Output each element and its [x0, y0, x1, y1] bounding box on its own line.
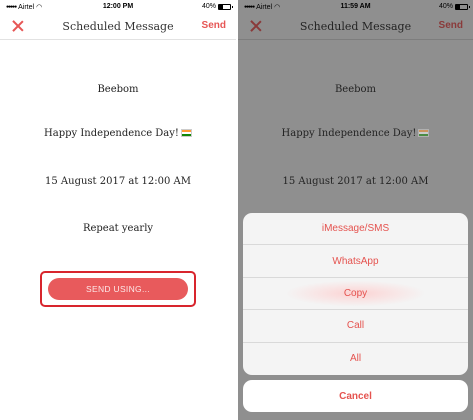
schedule-datetime: 15 August 2017 at 12:00 AM	[282, 176, 429, 187]
sheet-item-call[interactable]: Call	[243, 310, 468, 343]
schedule-datetime: 15 August 2017 at 12:00 AM	[45, 176, 191, 187]
battery-info: 40%	[438, 3, 470, 10]
recipient-name: Beebom	[334, 84, 377, 95]
status-bar: ●●●●● Airtel ◠ 12:00 PM 40%	[0, 0, 236, 14]
send-button[interactable]: Send	[439, 20, 463, 31]
send-button[interactable]: Send	[202, 20, 226, 31]
message-text: Happy Independence Day!	[238, 128, 473, 139]
repeat-setting: Repeat yearly	[82, 223, 154, 234]
battery-icon	[455, 3, 470, 10]
action-sheet: iMessage/SMS WhatsApp Copy Call All	[243, 213, 468, 375]
message-text-label: Happy Independence Day!	[44, 128, 179, 139]
status-time: 12:00 PM	[102, 3, 134, 10]
recipient-name: Beebom	[97, 84, 139, 95]
send-using-highlight: SEND USING...	[40, 271, 196, 307]
battery-percent: 40%	[438, 3, 453, 10]
nav-bar: Scheduled Message Send	[0, 14, 236, 40]
scheduled-message-screen-with-sheet: ●●●●● Airtel ◠ 11:59 AM 40% Scheduled Me…	[238, 0, 473, 420]
cancel-button[interactable]: Cancel	[243, 380, 468, 412]
message-text-label: Happy Independence Day!	[281, 128, 417, 139]
sheet-item-all[interactable]: All	[243, 343, 468, 375]
battery-info: 40%	[201, 3, 233, 10]
send-using-button[interactable]: SEND USING...	[48, 278, 188, 300]
battery-icon	[218, 3, 233, 10]
scheduled-message-screen: ●●●●● Airtel ◠ 12:00 PM 40% Scheduled Me…	[0, 0, 236, 420]
sheet-item-whatsapp[interactable]: WhatsApp	[243, 245, 468, 278]
nav-bar: Scheduled Message Send	[238, 14, 473, 40]
message-text: Happy Independence Day!	[0, 128, 236, 139]
sheet-item-imessage-sms[interactable]: iMessage/SMS	[243, 213, 468, 246]
indian-flag-icon	[418, 129, 430, 137]
indian-flag-icon	[180, 129, 192, 137]
status-time: 11:59 AM	[340, 3, 371, 10]
sheet-item-copy[interactable]: Copy	[243, 277, 468, 311]
status-bar: ●●●●● Airtel ◠ 11:59 AM 40%	[238, 0, 473, 14]
battery-percent: 40%	[201, 3, 216, 10]
